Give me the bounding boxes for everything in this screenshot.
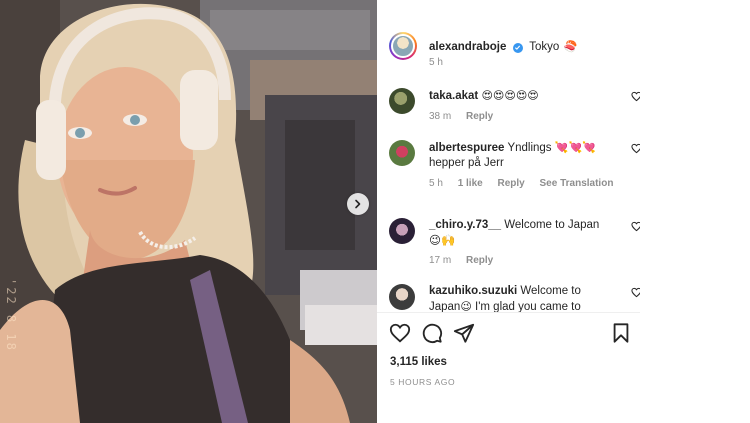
divider xyxy=(377,312,641,313)
photo-date-stamp: '22 8 18 xyxy=(4,278,18,352)
comment-text: Yndlings xyxy=(507,142,552,154)
post-timestamp: 5 HOURS AGO xyxy=(390,377,456,387)
caption-emoji: 🍣 xyxy=(563,40,578,53)
comment-text-continued: Japan xyxy=(429,301,461,312)
comment-age: 38 m xyxy=(429,111,452,122)
comment-like-count[interactable]: 1 like xyxy=(458,178,483,189)
avatar[interactable] xyxy=(389,140,415,166)
comment-emoji: 😉🙌 xyxy=(429,233,456,247)
chevron-right-icon xyxy=(355,199,361,209)
avatar[interactable] xyxy=(389,32,417,60)
next-photo-button[interactable] xyxy=(347,193,369,215)
comment-username[interactable]: taka.akat xyxy=(429,90,478,102)
avatar[interactable] xyxy=(389,218,415,244)
likes-count[interactable]: 3,115 likes xyxy=(390,356,447,368)
post-photo: '22 8 18 xyxy=(0,0,377,423)
bookmark-icon[interactable] xyxy=(610,322,632,344)
comment-text-continued-2: I'm glad you came to xyxy=(475,301,581,312)
post-age: 5 h xyxy=(429,57,443,68)
right-margin xyxy=(640,0,641,423)
comment-text: Welcome to Japan xyxy=(504,219,600,231)
comment-text: Welcome to xyxy=(520,285,581,297)
reply-button[interactable]: Reply xyxy=(466,255,493,266)
post-username[interactable]: alexandraboje xyxy=(429,41,506,53)
avatar[interactable] xyxy=(389,88,415,114)
comment-username[interactable]: kazuhiko.suzuki xyxy=(429,285,517,297)
comment-text-continued: hepper på Jerr xyxy=(429,157,504,169)
comment-icon[interactable] xyxy=(421,322,443,344)
post-panel: alexandraboje Tokyo 🍣 5 h taka.akat 😍😍😍😍… xyxy=(377,0,641,423)
selfie-image xyxy=(0,0,377,423)
reply-button[interactable]: Reply xyxy=(466,111,493,122)
comment-emoji: 😍😍😍😍😍 xyxy=(481,89,539,102)
avatar[interactable] xyxy=(389,284,415,310)
verified-badge-icon xyxy=(512,42,523,53)
post-caption: Tokyo xyxy=(529,41,560,53)
comment-emoji: 😉 xyxy=(460,300,472,312)
comment-age: 5 h xyxy=(429,178,443,189)
comment-age: 17 m xyxy=(429,255,452,266)
comment-username[interactable]: albertespuree xyxy=(429,142,504,154)
reply-button[interactable]: Reply xyxy=(498,178,525,189)
like-heart-icon[interactable] xyxy=(389,322,411,344)
comments-list[interactable]: taka.akat 😍😍😍😍😍 38 m Reply albertespuree… xyxy=(377,80,641,312)
see-translation-button[interactable]: See Translation xyxy=(540,178,614,189)
share-send-icon[interactable] xyxy=(453,322,475,344)
comment-emoji: 💘💘💘 xyxy=(554,141,596,154)
post-actions xyxy=(389,322,629,344)
comment-username[interactable]: _chiro.y.73__ xyxy=(429,219,501,231)
